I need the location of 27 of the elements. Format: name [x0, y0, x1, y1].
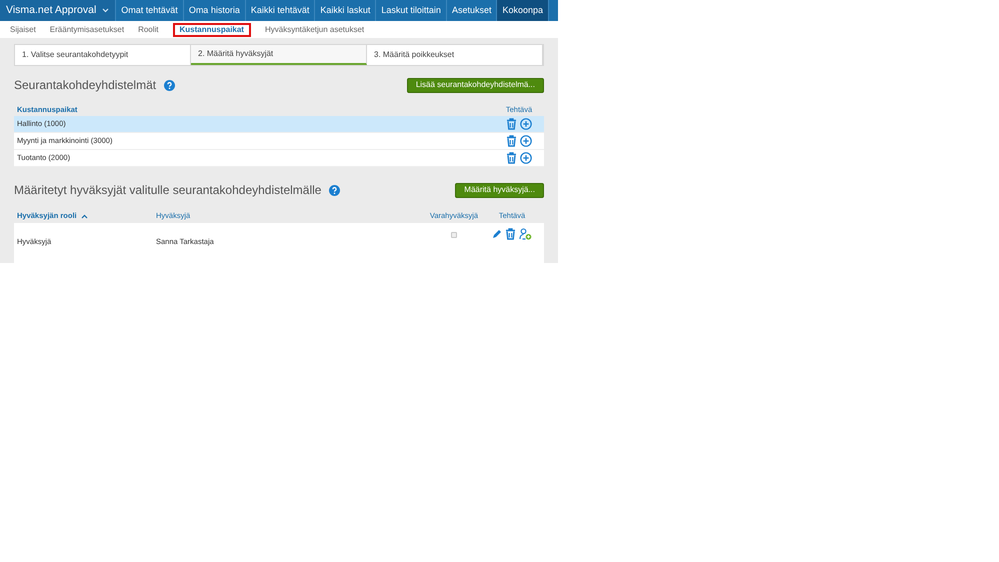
- delete-icon[interactable]: [506, 118, 517, 130]
- section-title: Määritetyt hyväksyjät valitulle seurantakohdeyhdistelmälle: [14, 182, 322, 199]
- sub-nav-link[interactable]: Erääntymisasetukset: [50, 24, 124, 36]
- add-icon[interactable]: [520, 118, 532, 130]
- delete-icon[interactable]: [505, 228, 516, 240]
- help-icon[interactable]: [164, 80, 176, 90]
- nav-tab[interactable]: Kokoonpa: [497, 0, 550, 22]
- sort-ascending-icon[interactable]: [80, 214, 88, 218]
- sub-nav-link[interactable]: Kustannuspaikat: [172, 22, 251, 37]
- sub-nav-link[interactable]: Sijaiset: [10, 24, 36, 36]
- help-icon[interactable]: [329, 184, 340, 196]
- add-user-icon[interactable]: [519, 228, 532, 240]
- wizard-step[interactable]: 2. Määritä hyväksyjät: [191, 45, 367, 65]
- sub-nav-link[interactable]: Hyväksyntäketjun asetukset: [264, 24, 364, 36]
- delete-icon[interactable]: [506, 152, 517, 164]
- app-title: Visma.net Approval: [6, 2, 96, 18]
- edit-icon[interactable]: [492, 229, 502, 239]
- section-title: Seurantakohdeyhdistelmät: [14, 77, 156, 94]
- caret-down-icon[interactable]: [102, 8, 110, 14]
- add-icon[interactable]: [520, 135, 532, 147]
- delete-icon[interactable]: [506, 135, 517, 147]
- assign-approver-button[interactable]: Määritä hyväksyjä...: [455, 182, 544, 198]
- add-icon[interactable]: [520, 152, 532, 164]
- brand-menu[interactable]: Visma.net Approval: [0, 0, 116, 22]
- sub-nav-link[interactable]: Roolit: [138, 24, 159, 36]
- backup-checkbox[interactable]: [451, 232, 457, 238]
- add-combination-button[interactable]: Lisää seurantakohdeyhdistelmä...: [406, 78, 544, 92]
